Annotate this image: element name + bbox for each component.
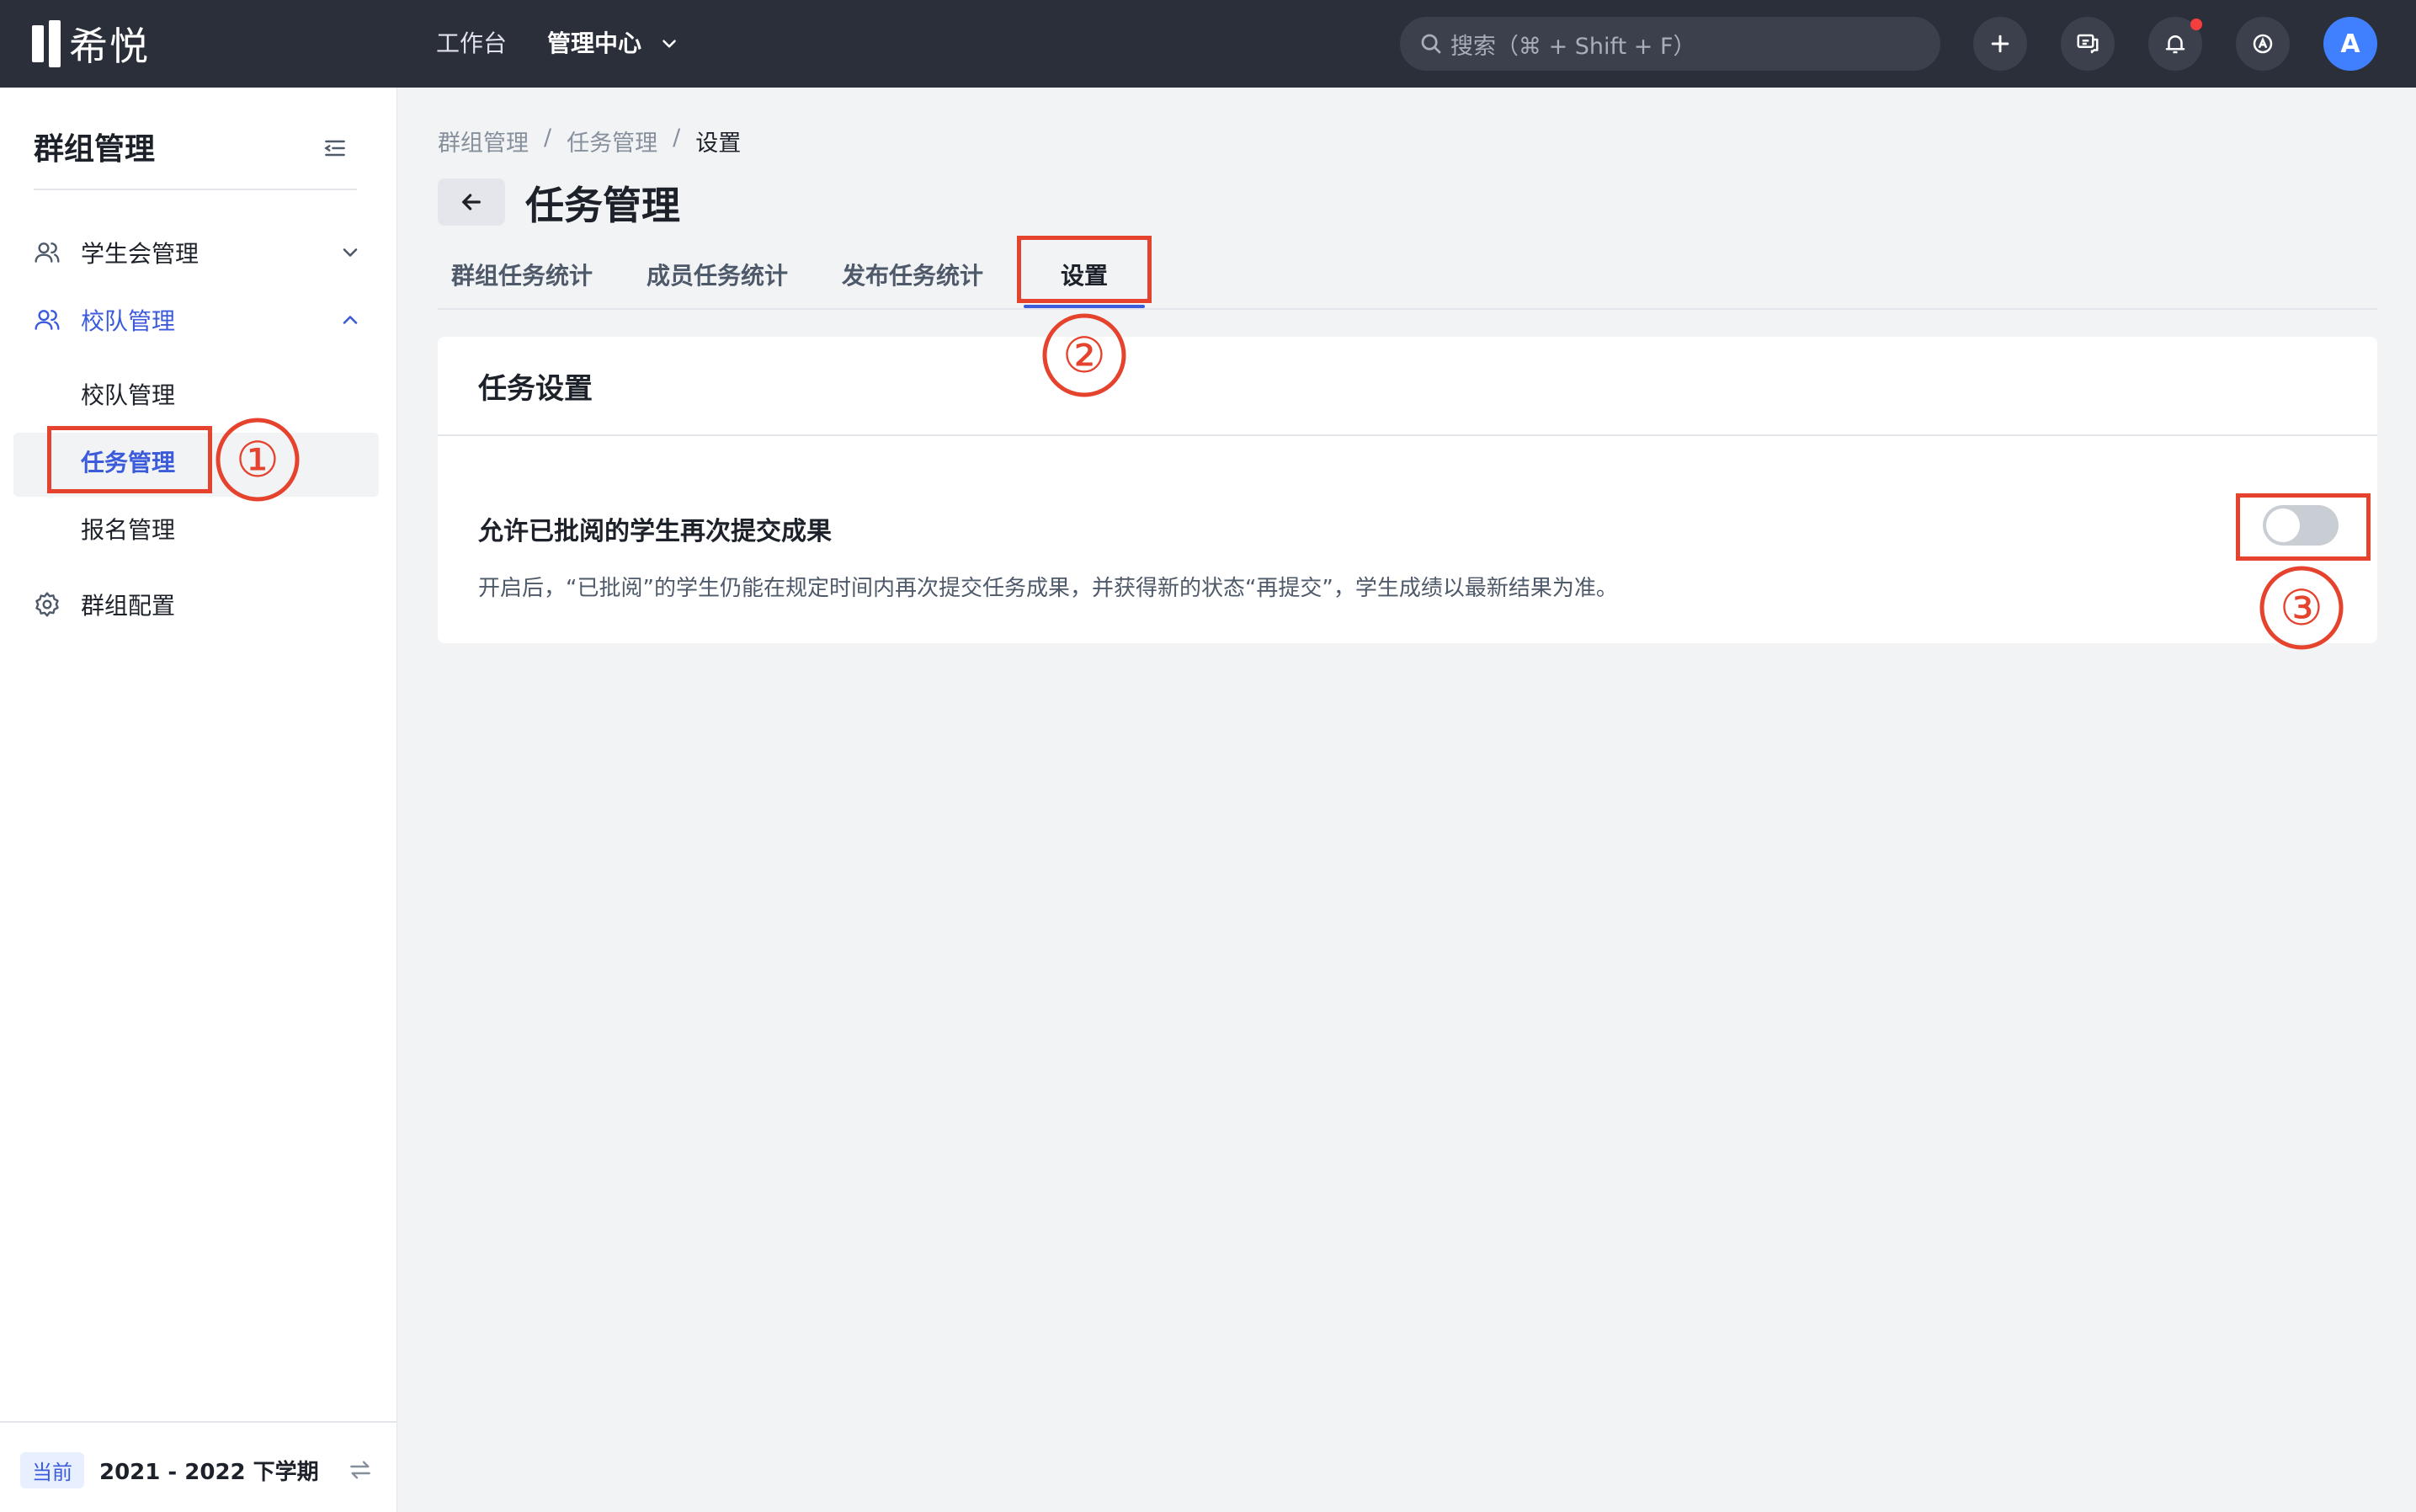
sidebar-item-student-council[interactable]: 学生会管理 [34, 227, 362, 278]
page-title: 任务管理 [525, 183, 680, 228]
breadcrumb: 群组管理 / 任务管理 / 设置 [438, 125, 741, 157]
breadcrumb-item[interactable]: 群组管理 [438, 125, 529, 157]
app-center-button[interactable] [2236, 17, 2290, 71]
avatar[interactable]: A [2323, 17, 2377, 71]
messages-button[interactable] [2061, 17, 2115, 71]
nav-admin-center-label: 管理中心 [547, 29, 642, 57]
search-input[interactable]: 搜索（⌘ + Shift + F） [1400, 17, 1940, 71]
tab-bar: 群组任务统计 成员任务统计 发布任务统计 设置 [438, 249, 2377, 310]
breadcrumb-item[interactable]: 任务管理 [567, 125, 657, 157]
breadcrumb-separator: / [673, 125, 681, 151]
sidebar-item-label: 校队管理 [81, 307, 176, 335]
tab-member-task-stats[interactable]: 成员任务统计 [647, 258, 788, 291]
bell-icon [2165, 35, 2185, 54]
annotation-number-3: ③ [2258, 564, 2345, 652]
sidebar-subitem-signup-management[interactable]: 报名管理 [81, 512, 175, 546]
setting-label: 允许已批阅的学生再次提交成果 [478, 517, 832, 546]
search-icon [1421, 34, 1441, 54]
current-badge: 当前 [20, 1451, 84, 1488]
back-button[interactable] [438, 178, 505, 226]
sidebar-subitem-team-management[interactable]: 校队管理 [81, 377, 175, 411]
tab-group-task-stats[interactable]: 群组任务统计 [451, 258, 593, 291]
top-bar: 希悦 工作台 管理中心 搜索（⌘ + Shift + F） A [0, 0, 2416, 88]
annotation-number-1: ① [214, 416, 301, 503]
card-title: 任务设置 [478, 372, 593, 406]
annotation-number-3-text: ③ [2280, 579, 2323, 636]
breadcrumb-separator: / [544, 125, 552, 151]
nav-admin-center[interactable]: 管理中心 [547, 25, 680, 62]
annotation-number-2: ② [1040, 311, 1128, 399]
app-logo[interactable]: 希悦 [32, 19, 150, 69]
sidebar-item-group-config[interactable]: 群组配置 [34, 579, 362, 630]
sidebar-item-label: 学生会管理 [81, 240, 200, 268]
term-switcher[interactable]: 当前 2021 - 2022 下学期 [20, 1450, 374, 1490]
active-tab-indicator [1024, 305, 1145, 308]
annotation-number-1-text: ① [236, 431, 279, 488]
tab-published-task-stats[interactable]: 发布任务统计 [842, 258, 983, 291]
users-icon [35, 310, 60, 330]
task-settings-card: 任务设置 允许已批阅的学生再次提交成果 开启后，“已批阅”的学生仍能在规定时间内… [438, 337, 2377, 643]
notification-dot [2190, 19, 2202, 30]
arrow-left-icon [462, 194, 481, 210]
sidebar-item-school-team[interactable]: 校队管理 [34, 295, 362, 345]
logo-mark-icon [32, 20, 61, 67]
annotation-number-2-text: ② [1062, 327, 1106, 384]
sidebar: 群组管理 学生会管理 校队管理 校队管理 任务管理 报名管理 群组配置 当前 2… [0, 88, 397, 1512]
annotation-box-1 [47, 426, 212, 493]
app-center-icon [2253, 34, 2273, 54]
card-header: 任务设置 [438, 337, 2377, 436]
collapse-sidebar-icon[interactable] [322, 135, 349, 162]
chevron-down-icon [663, 40, 676, 48]
sidebar-title: 群组管理 [34, 132, 156, 167]
current-term: 2021 - 2022 下学期 [99, 1459, 319, 1485]
logo-text: 希悦 [69, 24, 150, 69]
gear-icon [35, 592, 59, 617]
sidebar-divider [34, 189, 357, 190]
users-icon [35, 242, 60, 263]
sidebar-item-label: 群组配置 [81, 592, 176, 620]
swap-icon[interactable] [347, 1456, 374, 1483]
search-placeholder: 搜索（⌘ + Shift + F） [1450, 33, 1696, 60]
annotation-box-2 [1017, 236, 1152, 303]
sidebar-footer-divider [0, 1421, 397, 1423]
annotation-box-3 [2236, 493, 2371, 561]
chevron-down-icon [343, 248, 358, 257]
plus-icon [1991, 35, 2009, 53]
setting-description: 开启后，“已批阅”的学生仍能在规定时间内再次提交任务成果，并获得新的状态“再提交… [478, 576, 1618, 601]
chevron-up-icon [343, 316, 358, 324]
chat-icon [2077, 34, 2099, 54]
add-button[interactable] [1973, 17, 2027, 71]
breadcrumb-current: 设置 [695, 130, 742, 157]
nav-workbench[interactable]: 工作台 [436, 25, 507, 62]
